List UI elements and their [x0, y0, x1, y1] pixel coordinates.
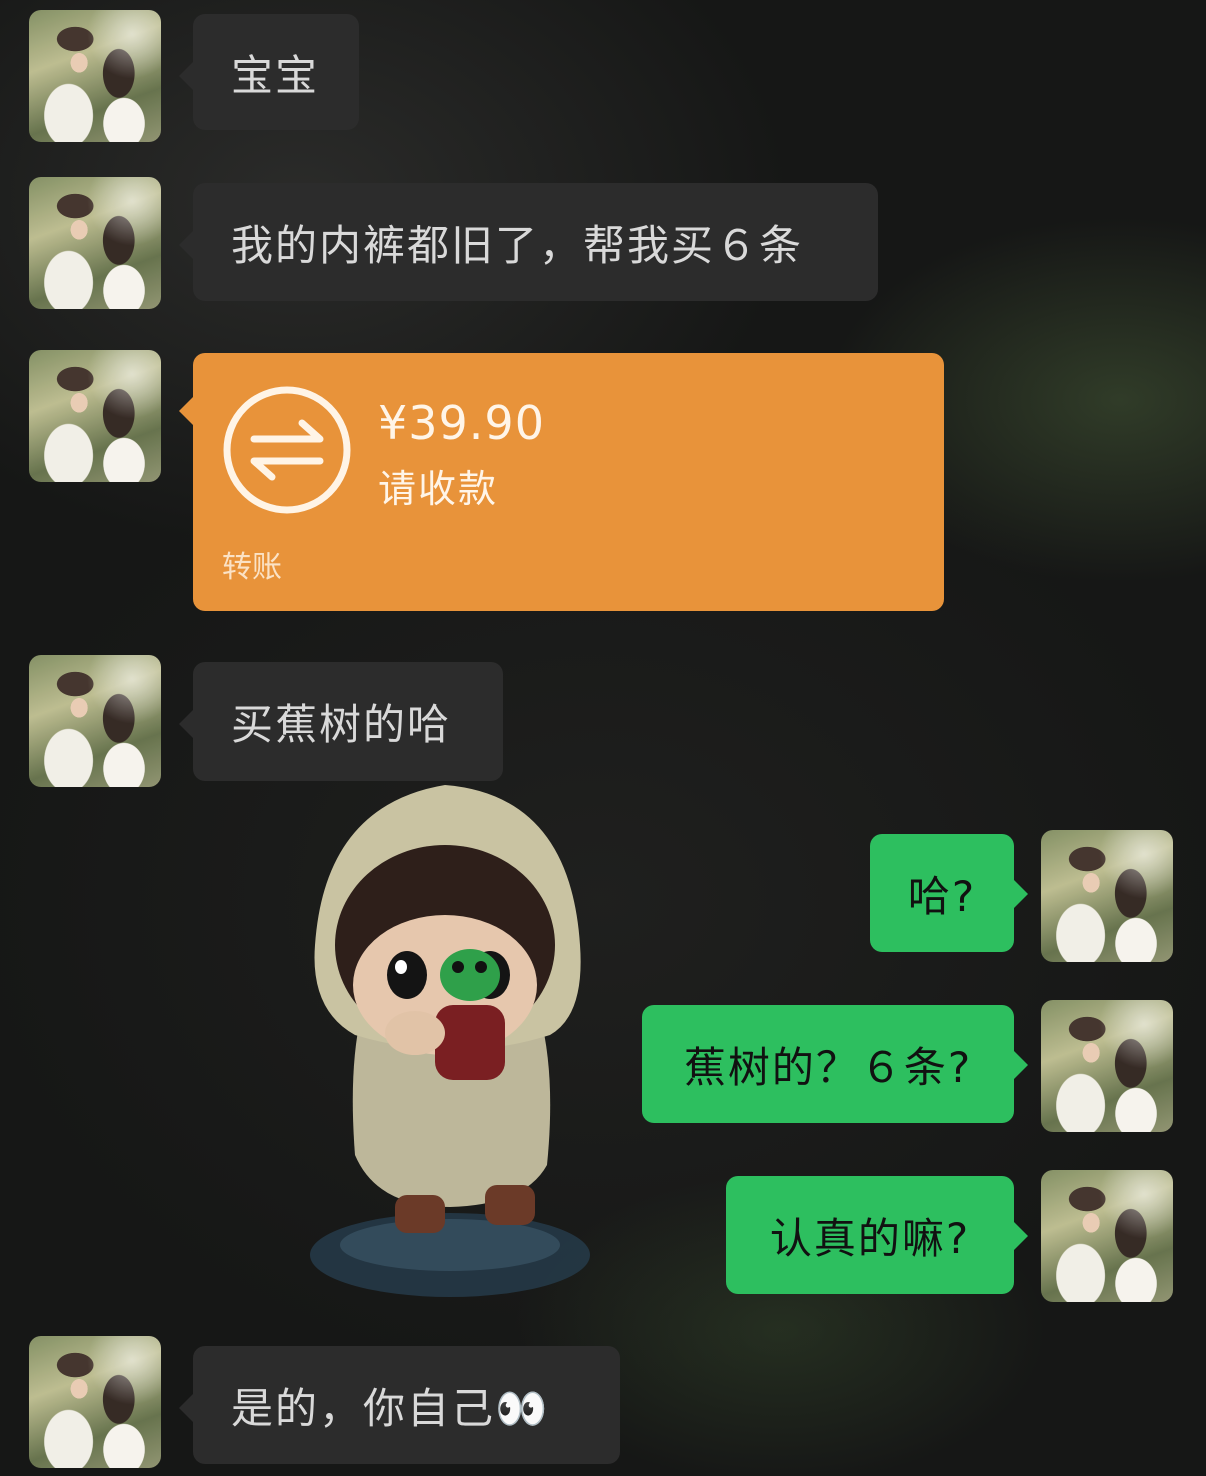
transfer-status: 请收款 — [378, 467, 499, 511]
message-bubble-incoming[interactable]: 我的内裤都旧了，帮我买６条 — [179, 183, 878, 301]
message-text: 宝宝 — [231, 50, 320, 100]
avatar-photo-icon — [1041, 1000, 1173, 1132]
message-text: 是的，你自己👀 — [231, 1383, 550, 1433]
message-text: 蕉树的？６条? — [683, 1042, 973, 1092]
message-text: 买蕉树的哈 — [231, 700, 452, 749]
avatar-photo-icon — [1041, 830, 1173, 962]
avatar-photo-icon — [1041, 1170, 1173, 1302]
transfer-arrows-icon — [223, 386, 351, 514]
avatar-photo-icon — [29, 350, 161, 482]
contact-avatar[interactable] — [29, 655, 161, 787]
message-text: 哈? — [907, 871, 977, 921]
message-bubble-incoming[interactable]: 宝宝 — [179, 14, 359, 130]
contact-avatar[interactable] — [29, 1336, 161, 1468]
message-text: 认真的嘛? — [769, 1213, 971, 1263]
my-avatar[interactable] — [1041, 1000, 1173, 1132]
my-avatar[interactable] — [1041, 1170, 1173, 1302]
transfer-label: 转账 — [222, 550, 282, 585]
contact-avatar[interactable] — [29, 10, 161, 142]
avatar-photo-icon — [29, 655, 161, 787]
chat-view: 宝宝 我的内裤都旧了，帮我买６条 ¥39.90 请收款 转账 买蕉树的哈 哈? — [0, 0, 1206, 1476]
message-bubble-incoming[interactable]: 买蕉树的哈 — [179, 662, 503, 781]
transfer-divider — [222, 532, 916, 533]
avatar-photo-icon — [29, 177, 161, 309]
message-text: 我的内裤都旧了，帮我买６条 — [231, 220, 804, 270]
message-bubble-incoming[interactable]: 是的，你自己👀 — [179, 1346, 620, 1464]
avatar-photo-icon — [29, 10, 161, 142]
contact-avatar[interactable] — [29, 177, 161, 309]
raincoat-figurine-background — [310, 785, 590, 1297]
contact-avatar[interactable] — [29, 350, 161, 482]
message-bubble-outgoing[interactable]: 蕉树的？６条? — [642, 1005, 1028, 1123]
avatar-photo-icon — [29, 1336, 161, 1468]
message-bubble-outgoing[interactable]: 哈? — [870, 834, 1028, 952]
message-bubble-outgoing[interactable]: 认真的嘛? — [726, 1176, 1028, 1294]
my-avatar[interactable] — [1041, 830, 1173, 962]
transfer-amount: ¥39.90 — [378, 396, 545, 450]
